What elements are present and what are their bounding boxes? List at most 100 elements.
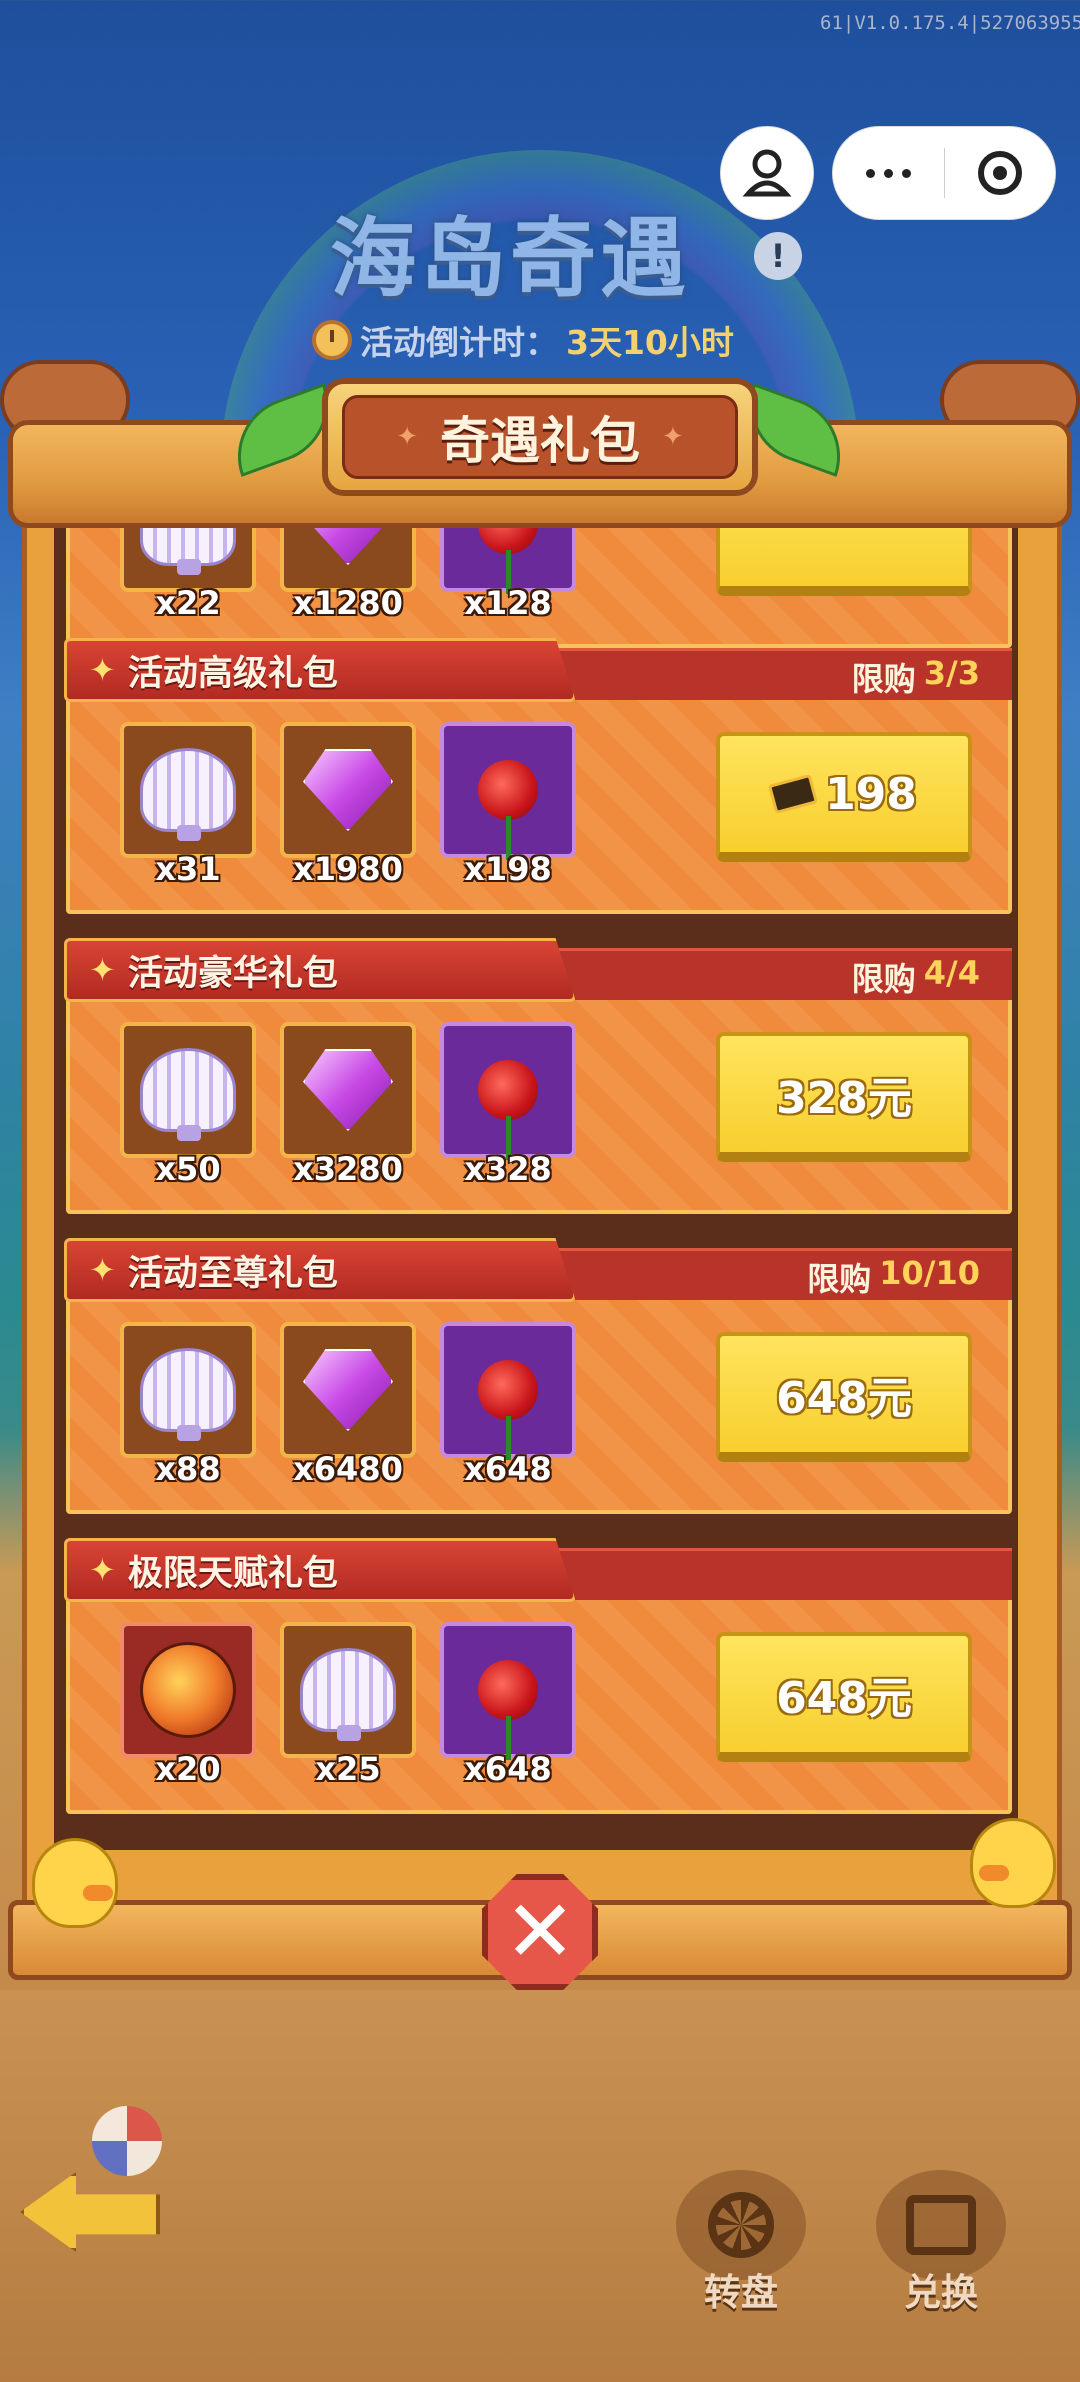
- package-name: 活动至尊礼包: [127, 1253, 338, 1294]
- package-tab: ✦ 活动至尊礼包: [64, 1238, 576, 1302]
- purchase-limit: 限购 3/3: [852, 654, 980, 700]
- buy-button[interactable]: [716, 528, 972, 596]
- ticket-icon: [767, 773, 819, 815]
- item-slot: [120, 722, 256, 858]
- purchase-limit: 限购 4/4: [852, 954, 980, 1000]
- reward-item[interactable]: x1980: [280, 722, 416, 888]
- card-items: x22 x1280 x128: [120, 528, 576, 622]
- item-slot: [440, 528, 576, 594]
- rose-icon: [478, 1660, 538, 1760]
- reward-item: x22: [120, 528, 256, 622]
- info-icon[interactable]: !: [754, 232, 802, 280]
- reward-item[interactable]: x6480: [280, 1322, 416, 1488]
- countdown-value: 3天10小时: [566, 323, 734, 362]
- buy-button[interactable]: 198: [716, 732, 972, 862]
- package-tab: ✦ 活动豪华礼包: [64, 938, 576, 1002]
- item-slot: [440, 1622, 576, 1760]
- item-quantity: x50: [155, 1150, 221, 1188]
- package-tab: ✦ 活动高级礼包: [64, 638, 576, 702]
- devil-fruit-icon: [140, 1642, 236, 1738]
- price-label: 648元: [776, 1373, 912, 1424]
- item-quantity: x1980: [293, 850, 403, 888]
- rose-icon: [478, 1060, 538, 1160]
- package-tab: ✦ 极限天赋礼包: [64, 1538, 576, 1602]
- wheel-button[interactable]: 转盘: [676, 2170, 806, 2314]
- package-card: ✦ 极限天赋礼包 x20 x25 x648 648元: [58, 1528, 1014, 1818]
- reward-item[interactable]: x31: [120, 722, 256, 888]
- star-icon: ✦: [89, 951, 116, 989]
- reward-item[interactable]: x50: [120, 1022, 256, 1188]
- event-title: 海岛奇遇: [330, 209, 690, 309]
- item-quantity: x31: [155, 850, 221, 888]
- limit-label: 限购: [807, 1260, 872, 1298]
- item-quantity: x6480: [293, 1450, 403, 1488]
- reward-item[interactable]: x88: [120, 1322, 256, 1488]
- shell-icon: [140, 1048, 236, 1141]
- shell-icon: [140, 1348, 236, 1441]
- reward-item[interactable]: x25: [280, 1622, 416, 1788]
- item-quantity: x128: [464, 584, 552, 622]
- clock-icon: [312, 320, 352, 360]
- reward-item[interactable]: x648: [440, 1622, 576, 1788]
- panel-title-inner: ✦ 奇遇礼包 ✦: [342, 395, 738, 479]
- item-quantity: x648: [464, 1450, 552, 1488]
- rose-icon: [478, 760, 538, 860]
- buy-button[interactable]: 648元: [716, 1332, 972, 1462]
- item-quantity: x198: [464, 850, 552, 888]
- purchase-limit: 限购 10/10: [807, 1254, 980, 1300]
- reward-item[interactable]: x328: [440, 1022, 576, 1188]
- panel-title: 奇遇礼包: [440, 412, 640, 470]
- package-list[interactable]: x22 x1280 x128 ✦ 活动高级礼包 限购 3/3 x31 x1980…: [58, 528, 1014, 1834]
- gem-icon: [303, 528, 393, 565]
- rose-icon: [478, 528, 538, 594]
- item-quantity: x1280: [293, 584, 403, 622]
- card-items: x88 x6480 x648: [120, 1322, 576, 1488]
- reward-item[interactable]: x3280: [280, 1022, 416, 1188]
- star-icon: ✦: [89, 651, 116, 689]
- package-name: 极限天赋礼包: [127, 1553, 338, 1594]
- gem-icon: [303, 1349, 393, 1431]
- exchange-button[interactable]: 兑换: [876, 2170, 1006, 2314]
- limit-value: 3/3: [923, 654, 980, 692]
- exit-button[interactable]: [944, 126, 1055, 220]
- item-quantity: x20: [155, 1750, 221, 1788]
- item-quantity: x25: [315, 1750, 381, 1788]
- more-button[interactable]: [833, 126, 944, 220]
- buy-button[interactable]: 328元: [716, 1032, 972, 1162]
- shell-icon: [140, 528, 236, 575]
- shell-icon: [300, 1648, 396, 1741]
- shell-icon: [140, 748, 236, 841]
- item-quantity: x3280: [293, 1150, 403, 1188]
- package-card: ✦ 活动高级礼包 限购 3/3 x31 x1980 x198 198: [58, 628, 1014, 918]
- reward-item[interactable]: x20: [120, 1622, 256, 1788]
- limit-value: 10/10: [879, 1254, 980, 1292]
- item-quantity: x22: [155, 584, 221, 622]
- version-label: 61|V1.0.175.4|527063955: [820, 12, 1080, 34]
- reward-item: x1280: [280, 528, 416, 622]
- card-items: x31 x1980 x198: [120, 722, 576, 888]
- item-slot: [440, 1322, 576, 1460]
- reward-item: x128: [440, 528, 576, 622]
- close-button[interactable]: ✕: [482, 1874, 598, 1990]
- price-label: 648元: [776, 1673, 912, 1724]
- reward-item[interactable]: x198: [440, 722, 576, 888]
- close-icon: ✕: [503, 1882, 577, 1982]
- reward-item[interactable]: x648: [440, 1322, 576, 1488]
- item-quantity: x88: [155, 1450, 221, 1488]
- capsule-menu: [832, 126, 1056, 220]
- buy-button[interactable]: 648元: [716, 1632, 972, 1762]
- item-slot: [280, 1022, 416, 1158]
- item-slot: [280, 1322, 416, 1458]
- shop-icon: [906, 2195, 976, 2255]
- item-quantity: x648: [464, 1750, 552, 1788]
- duck-icon: [970, 1818, 1056, 1908]
- limit-label: 限购: [851, 660, 916, 698]
- star-icon: ✦: [89, 1251, 116, 1289]
- item-slot: [280, 528, 416, 592]
- item-slot: [120, 1322, 256, 1458]
- card-items: x20 x25 x648: [120, 1622, 576, 1788]
- item-slot: [440, 1022, 576, 1160]
- rose-icon: [478, 1360, 538, 1460]
- gem-icon: [303, 749, 393, 831]
- sparkle-icon: ✦: [662, 422, 684, 452]
